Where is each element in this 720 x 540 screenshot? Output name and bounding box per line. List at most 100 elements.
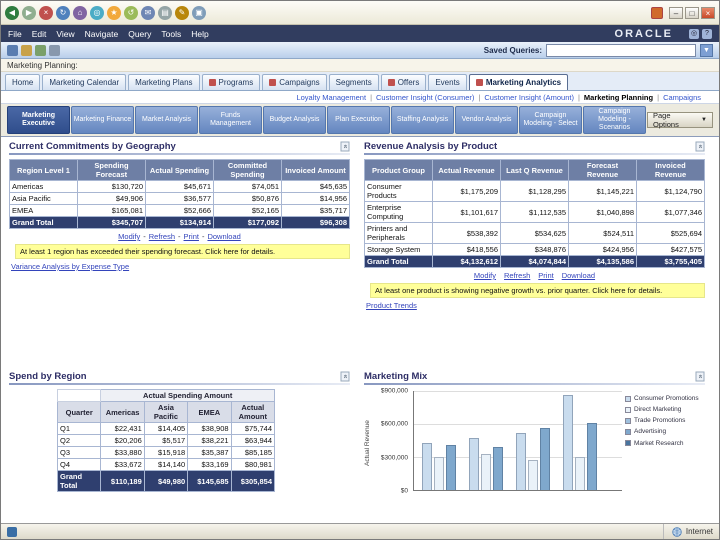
collapse-panel-icon[interactable]: «	[696, 372, 705, 382]
site-map-icon[interactable]	[7, 45, 18, 56]
table-cell: $33,880	[101, 447, 144, 459]
edit-icon[interactable]: ✎	[175, 6, 189, 20]
tab-offers[interactable]: Offers	[381, 74, 427, 90]
menu-help[interactable]: Help	[191, 29, 208, 39]
table-total-row: Grand Total$4,132,612$4,074,844$4,135,58…	[365, 256, 705, 268]
download-link[interactable]: Download	[562, 271, 595, 280]
help-icon[interactable]: ?	[702, 29, 712, 39]
menu-edit[interactable]: Edit	[32, 29, 47, 39]
legend-item-market-research: Market Research	[625, 440, 705, 447]
table-row: Storage System$418,556$348,876$424,956$4…	[365, 244, 705, 256]
y-axis-tick-label: $900,000	[381, 388, 408, 395]
subnav-loyalty-management[interactable]: Loyalty Management	[296, 93, 366, 102]
menu-tools[interactable]: Tools	[161, 29, 181, 39]
print-icon[interactable]	[49, 45, 60, 56]
chart-plot-area	[413, 391, 622, 491]
table-cell: $110,189	[101, 471, 144, 492]
dashboard-tab-marketing-executive[interactable]: Marketing Executive	[7, 106, 70, 134]
column-header: EMEA	[188, 402, 231, 423]
search-icon[interactable]: ◎	[90, 6, 104, 20]
back-icon[interactable]: ◀	[5, 6, 19, 20]
variance-analysis-link[interactable]: Variance Analysis by Expense Type	[11, 262, 350, 271]
discuss-icon[interactable]: ▣	[192, 6, 206, 20]
menu-query[interactable]: Query	[128, 29, 151, 39]
favorites-icon[interactable]: ★	[107, 6, 121, 20]
dashboard-tab-staffing-analysis[interactable]: Staffing Analysis	[391, 106, 454, 134]
menu-navigate[interactable]: Navigate	[85, 29, 119, 39]
tab-marketing-analytics[interactable]: Marketing Analytics	[469, 74, 568, 90]
print-link[interactable]: Print	[184, 232, 199, 241]
table-row: Americas$130,720$45,671$74,051$45,635	[10, 181, 350, 193]
table-cell: $38,908	[188, 423, 231, 435]
tab-programs[interactable]: Programs	[202, 74, 261, 90]
saved-queries-label: Saved Queries:	[484, 46, 542, 55]
subnav-customer-insight-amount[interactable]: Customer Insight (Amount)	[484, 93, 574, 102]
tab-segments[interactable]: Segments	[329, 74, 379, 90]
revenue-table: Product GroupActual RevenueLast Q Revenu…	[364, 159, 705, 268]
menu-view[interactable]: View	[56, 29, 74, 39]
separator: |	[370, 93, 372, 102]
tab-label: Home	[12, 78, 33, 87]
separator: -	[143, 232, 146, 241]
dashboard-tab-campaign-modeling-select[interactable]: Campaign Modeling - Select	[519, 106, 582, 134]
saved-queries-select[interactable]	[546, 44, 696, 57]
dashboard-tab-campaign-modeling-scenarios[interactable]: Campaign Modeling - Scenarios	[583, 106, 646, 134]
subnav-campaigns[interactable]: Campaigns	[663, 93, 701, 102]
dashboard-tab-funds-management[interactable]: Funds Management	[199, 106, 262, 134]
product-trends-link[interactable]: Product Trends	[366, 301, 705, 310]
modify-link[interactable]: Modify	[474, 271, 496, 280]
tab-campaigns[interactable]: Campaigns	[262, 74, 326, 90]
close-button[interactable]: ×	[701, 7, 715, 19]
refresh-icon[interactable]: ↻	[56, 6, 70, 20]
menu-right-icons: ◎?	[689, 29, 712, 39]
bar-direct-marketing	[575, 457, 585, 490]
tab-marketing-calendar[interactable]: Marketing Calendar	[42, 74, 126, 90]
growth-alert-banner[interactable]: At least one product is showing negative…	[370, 283, 705, 298]
panel-marketing-mix: Marketing Mix « Actual Revenue $900,000$…	[364, 371, 705, 521]
subnav-marketing-planning[interactable]: Marketing Planning	[584, 93, 653, 102]
table-cell: $45,671	[146, 181, 214, 193]
tab-home[interactable]: Home	[5, 74, 40, 90]
panel-current-commitments: Current Commitments by Geography « Regio…	[9, 141, 350, 367]
modify-link[interactable]: Modify	[118, 232, 140, 241]
maximize-button[interactable]: □	[685, 7, 699, 19]
tab-events[interactable]: Events	[428, 74, 466, 90]
refresh-link[interactable]: Refresh	[504, 271, 530, 280]
table-cell: $50,876	[214, 193, 282, 205]
favorites-icon[interactable]	[21, 45, 32, 56]
panel-title: Current Commitments by Geography	[9, 141, 176, 152]
stop-icon[interactable]: ×	[39, 6, 53, 20]
print-link[interactable]: Print	[538, 271, 553, 280]
minimize-button[interactable]: –	[669, 7, 683, 19]
dashboard-tab-vendor-analysis[interactable]: Vendor Analysis	[455, 106, 518, 134]
collapse-panel-icon[interactable]: «	[341, 142, 350, 152]
collapse-panel-icon[interactable]: «	[341, 372, 350, 382]
collapse-panel-icon[interactable]: «	[696, 142, 705, 152]
dropdown-arrow-icon[interactable]: ▼	[700, 44, 713, 57]
subnav-customer-insight-consumer[interactable]: Customer Insight (Consumer)	[376, 93, 474, 102]
history-icon[interactable]: ↺	[124, 6, 138, 20]
forward-icon[interactable]: ▶	[22, 6, 36, 20]
reports-icon[interactable]	[35, 45, 46, 56]
menu-file[interactable]: File	[8, 29, 22, 39]
browser-toolbar: ◀▶×↻⌂◎★↺✉▤✎▣ – □ ×	[1, 1, 719, 25]
table-cell: $36,577	[146, 193, 214, 205]
page-options-button[interactable]: Page Options ▼	[647, 112, 713, 128]
dashboard-tab-market-analysis[interactable]: Market Analysis	[135, 106, 198, 134]
dashboard-tab-plan-execution[interactable]: Plan Execution	[327, 106, 390, 134]
quick-search-icon[interactable]: ◎	[689, 29, 699, 39]
table-cell: $4,074,844	[501, 256, 569, 268]
divider	[9, 153, 350, 155]
print-icon[interactable]: ▤	[158, 6, 172, 20]
refresh-link[interactable]: Refresh	[149, 232, 175, 241]
saved-queries-bar: Saved Queries: ▼	[1, 42, 719, 59]
download-link[interactable]: Download	[207, 232, 240, 241]
dashboard-tab-marketing-finance[interactable]: Marketing Finance	[71, 106, 134, 134]
mail-icon[interactable]: ✉	[141, 6, 155, 20]
bar-consumer-promotions	[422, 443, 432, 490]
home-icon[interactable]: ⌂	[73, 6, 87, 20]
legend-swatch-icon	[625, 418, 631, 424]
tab-marketing-plans[interactable]: Marketing Plans	[128, 74, 199, 90]
dashboard-tab-budget-analysis[interactable]: Budget Analysis	[263, 106, 326, 134]
spending-alert-banner[interactable]: At least 1 region has exceeded their spe…	[15, 244, 350, 259]
